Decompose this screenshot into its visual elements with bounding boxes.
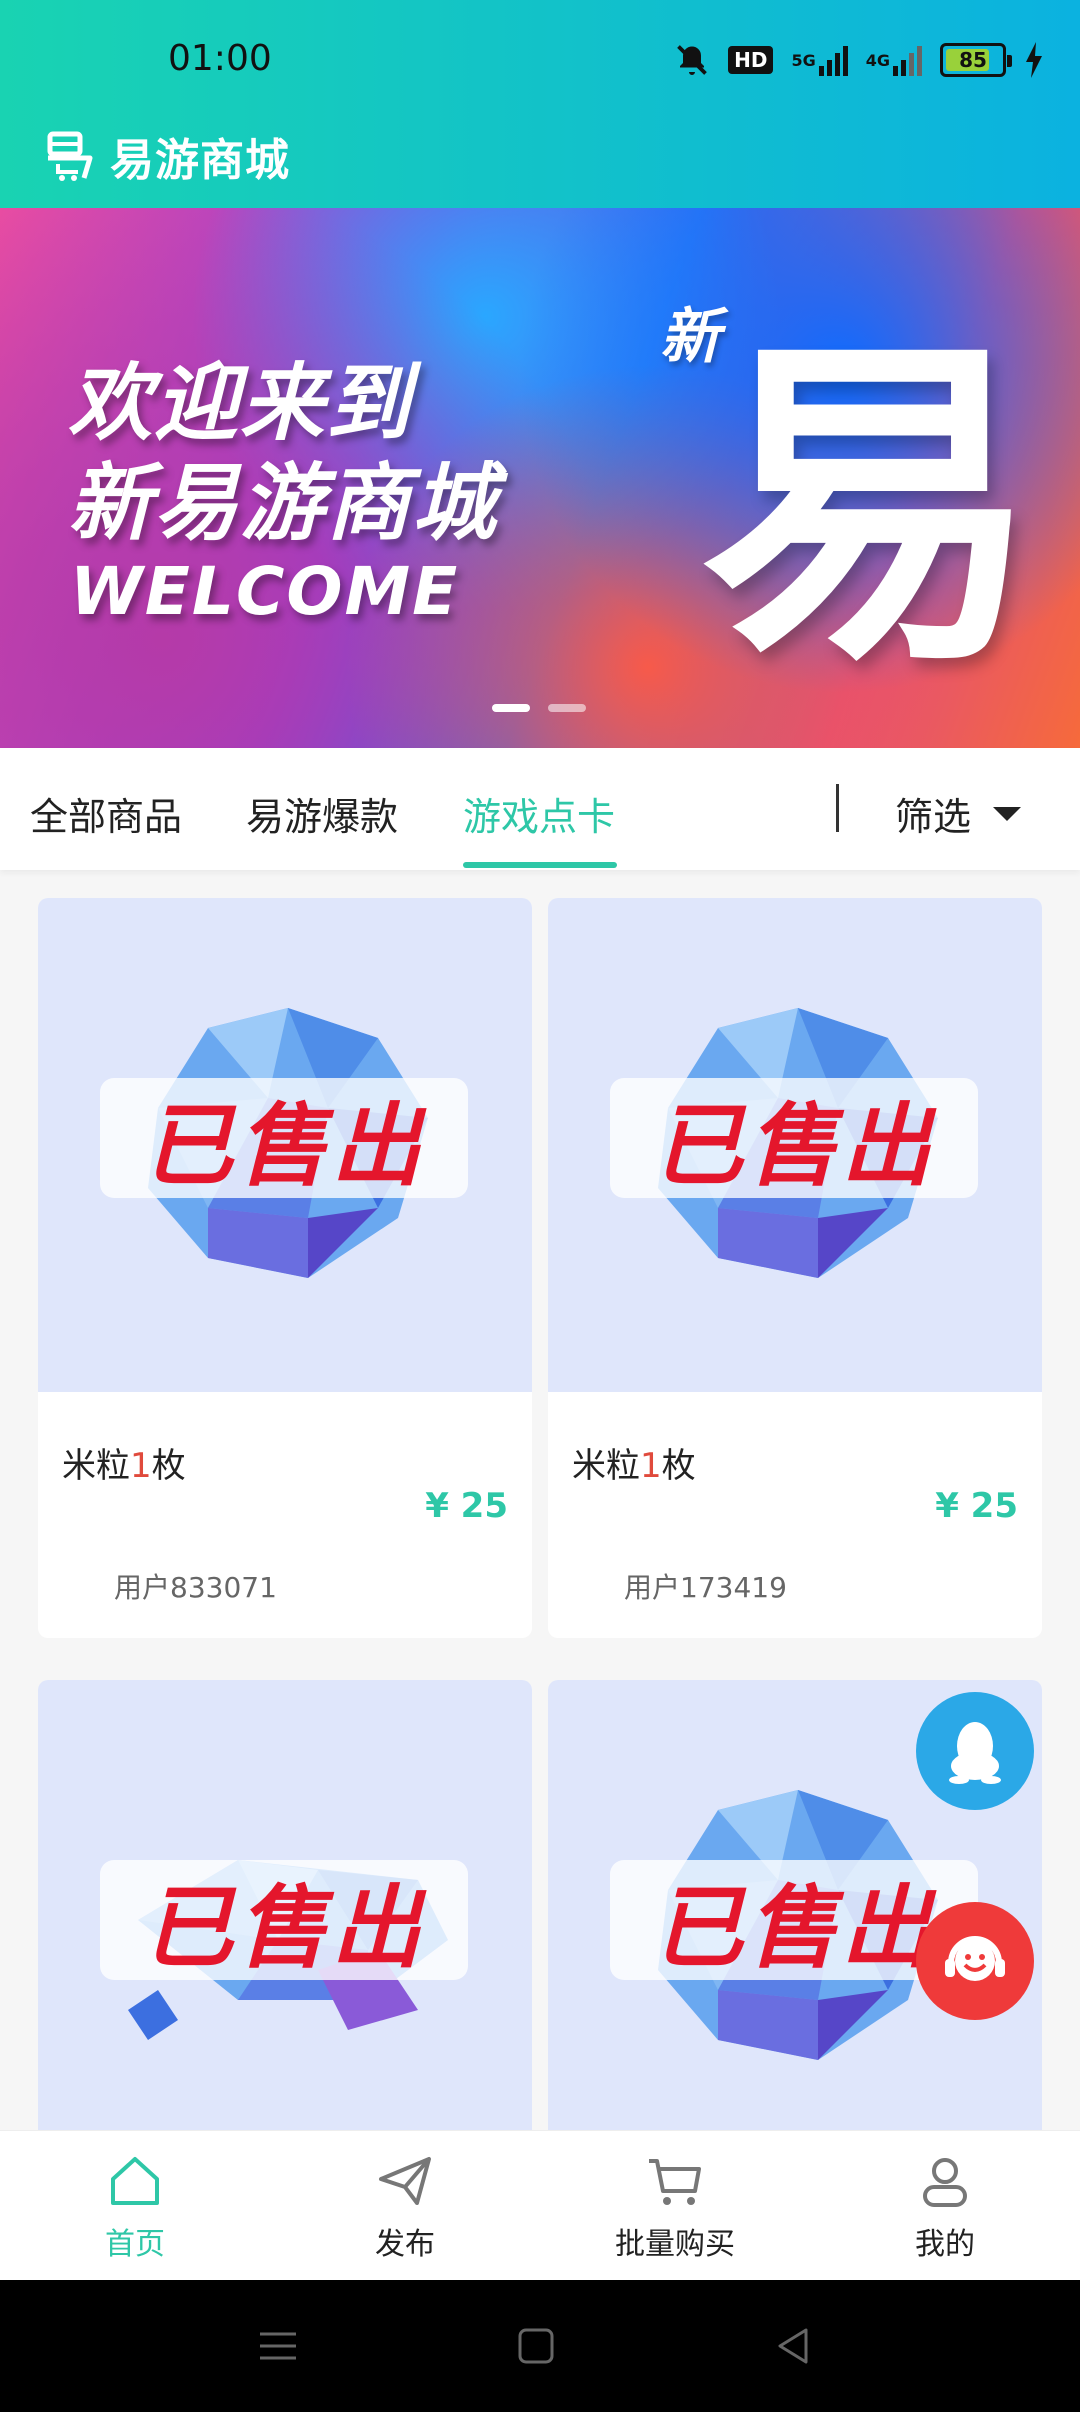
- product-info: 米粒1枚 ¥ 25 用户833071: [38, 1392, 532, 1638]
- promo-banner[interactable]: 欢迎来到 新易游商城 WELCOME 新 易: [0, 208, 1080, 748]
- nav-publish[interactable]: 发布: [270, 2131, 540, 2281]
- tab-divider: [836, 784, 839, 832]
- product-image: 已售出: [38, 898, 532, 1392]
- nav-publish-label: 发布: [375, 2227, 435, 2262]
- user-icon: [923, 2158, 967, 2207]
- qq-contact-button[interactable]: [916, 1692, 1034, 1810]
- nav-bulk-buy[interactable]: 批量购买: [540, 2131, 810, 2281]
- product-name: 米粒1枚: [62, 1438, 186, 1487]
- filter-label: 筛选: [895, 795, 972, 839]
- active-tab-indicator: [463, 862, 617, 868]
- product-name-text: 米粒: [572, 1446, 640, 1486]
- app-header: 01:00 HD 5G 4G 85 易游商城: [0, 0, 1080, 208]
- caret-down-icon: [993, 806, 1022, 821]
- category-tabs: 全部商品 易游爆款 游戏点卡 筛选: [0, 748, 1080, 870]
- sold-out-label: 已售出: [653, 1876, 935, 1981]
- battery-level: 85: [959, 48, 987, 72]
- product-image: 已售出: [548, 898, 1042, 1392]
- tab-all-products[interactable]: 全部商品: [30, 786, 182, 841]
- product-qty: 1: [130, 1446, 152, 1486]
- battery-icon: 85: [940, 43, 1012, 77]
- seller-name: 用户173419: [624, 1571, 787, 1604]
- banner-pagination: [492, 704, 586, 712]
- banner-line2: 新易游商城: [68, 454, 499, 552]
- status-icons: HD 5G 4G 85: [674, 40, 1044, 80]
- tab-hot-items[interactable]: 易游爆款: [246, 786, 398, 841]
- filter-button[interactable]: 筛选: [895, 786, 1022, 841]
- status-time: 01:00: [168, 38, 272, 79]
- product-unit: 枚: [151, 1446, 186, 1486]
- hd-label: HD: [728, 46, 774, 74]
- sold-out-badge: 已售出: [610, 1078, 978, 1199]
- menu-icon[interactable]: [252, 2320, 304, 2372]
- signal-5g-icon: 5G: [791, 40, 848, 80]
- sold-out-badge: 已售出: [100, 1860, 468, 1981]
- nav-bulk-buy-label: 批量购买: [615, 2227, 735, 2262]
- cart-icon: [649, 2159, 701, 2205]
- nav-profile-label: 我的: [915, 2227, 975, 2262]
- customer-service-button[interactable]: [916, 1902, 1034, 2020]
- app-logo-icon: [47, 131, 93, 181]
- product-info: 米粒1枚 ¥ 25 用户173419: [548, 1392, 1042, 1638]
- signal-4g-icon: 4G: [866, 40, 922, 80]
- product-unit: 枚: [661, 1446, 696, 1486]
- banner-dot[interactable]: [492, 704, 530, 712]
- product-price: ¥ 25: [425, 1486, 508, 1526]
- nav-home-label: 首页: [105, 2227, 165, 2262]
- charging-icon: [1024, 40, 1044, 80]
- mute-icon: [674, 40, 710, 80]
- banner-dot[interactable]: [548, 704, 586, 712]
- sold-out-label: 已售出: [143, 1876, 425, 1981]
- nav-home[interactable]: 首页: [0, 2131, 270, 2281]
- net1-label: 5G: [791, 50, 816, 70]
- product-price: ¥ 25: [935, 1486, 1018, 1526]
- headset-icon: [945, 1936, 1005, 1981]
- product-qty: 1: [640, 1446, 662, 1486]
- product-name: 米粒1枚: [572, 1438, 696, 1487]
- product-name-text: 米粒: [62, 1446, 130, 1486]
- banner-big-char: 易: [700, 310, 1040, 706]
- hd-icon: HD: [728, 40, 774, 80]
- qq-penguin-icon: [949, 1722, 1001, 1784]
- product-card[interactable]: 已售出 米粒1枚 ¥ 25 用户833071: [38, 898, 532, 1638]
- product-card[interactable]: 已售出 米粒1枚 ¥ 25 用户173419: [548, 898, 1042, 1638]
- tab-game-cards[interactable]: 游戏点卡: [463, 786, 615, 841]
- system-navigation-bar: [0, 2280, 1080, 2412]
- home-square-icon[interactable]: [510, 2320, 562, 2372]
- sold-out-label: 已售出: [653, 1094, 935, 1199]
- banner-line3: WELCOME: [70, 553, 460, 630]
- app-title: 易游商城: [110, 135, 290, 186]
- back-icon[interactable]: [768, 2320, 820, 2372]
- net2-label: 4G: [865, 50, 890, 70]
- bottom-navigation: 首页 发布 批量购买 我的: [0, 2130, 1080, 2280]
- app-title-bar: 易游商城: [44, 124, 290, 188]
- product-card[interactable]: 已售出: [38, 1680, 532, 2180]
- sold-out-label: 已售出: [143, 1094, 425, 1199]
- sold-out-badge: 已售出: [100, 1078, 468, 1199]
- seller-name: 用户833071: [114, 1571, 277, 1604]
- nav-profile[interactable]: 我的: [810, 2131, 1080, 2281]
- send-icon: [379, 2157, 431, 2205]
- product-image: 已售出: [38, 1680, 532, 2174]
- home-icon: [111, 2157, 159, 2205]
